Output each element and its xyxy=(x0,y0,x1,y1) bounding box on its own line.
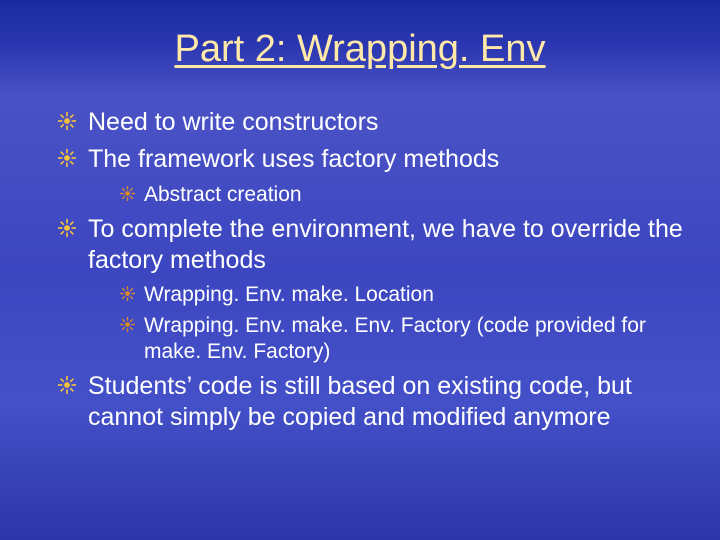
sub-bullet-item: Wrapping. Env. make. Location xyxy=(120,282,690,308)
sunburst-icon xyxy=(58,376,76,394)
sunburst-icon xyxy=(58,112,76,130)
sub-bullet-text: Abstract creation xyxy=(144,183,302,206)
sunburst-icon xyxy=(58,219,76,237)
sunburst-icon xyxy=(120,317,135,332)
sub-bullet-text: Wrapping. Env. make. Location xyxy=(144,283,434,306)
bullet-text: To complete the environment, we have to … xyxy=(88,215,683,274)
sunburst-icon xyxy=(120,286,135,301)
bullet-list: Need to write constructors The framework… xyxy=(30,107,690,434)
bullet-item: The framework uses factory methods xyxy=(58,144,690,208)
sub-bullet-list: Abstract creation xyxy=(88,182,690,208)
slide: Part 2: Wrapping. Env Need to write cons… xyxy=(0,0,720,540)
sunburst-icon xyxy=(120,186,135,201)
bullet-item: Students’ code is still based on existin… xyxy=(58,371,690,434)
sub-bullet-list: Wrapping. Env. make. Location xyxy=(88,282,690,365)
slide-title: Part 2: Wrapping. Env xyxy=(30,28,690,71)
sunburst-icon xyxy=(58,149,76,167)
sub-bullet-item: Abstract creation xyxy=(120,182,690,208)
bullet-text: Need to write constructors xyxy=(88,108,378,136)
bullet-item: Need to write constructors xyxy=(58,107,690,138)
bullet-text: Students’ code is still based on existin… xyxy=(88,372,632,431)
sub-bullet-item: Wrapping. Env. make. Env. Factory (code … xyxy=(120,313,690,366)
sub-bullet-text: Wrapping. Env. make. Env. Factory (code … xyxy=(144,314,646,363)
bullet-item: To complete the environment, we have to … xyxy=(58,214,690,365)
bullet-text: The framework uses factory methods xyxy=(88,145,499,173)
